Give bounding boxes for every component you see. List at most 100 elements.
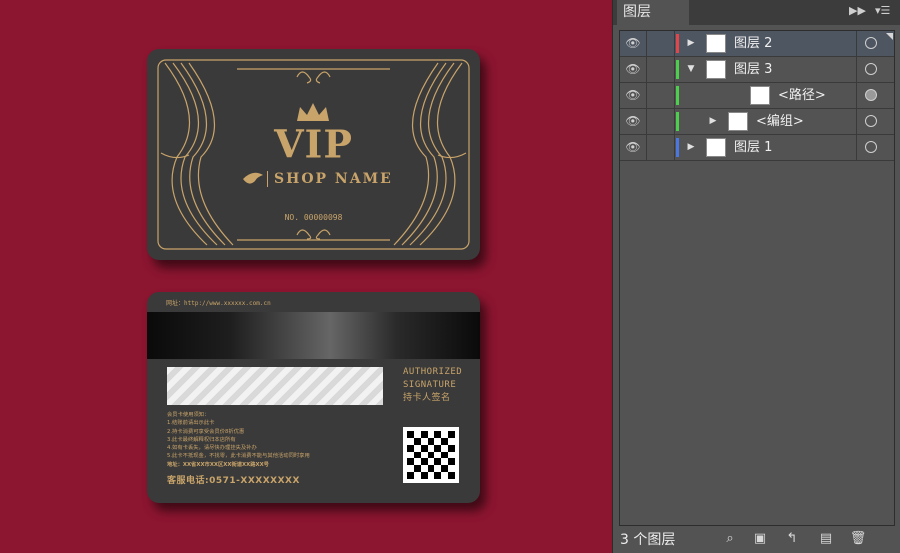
qr-cell bbox=[441, 437, 449, 445]
qr-cell bbox=[427, 437, 435, 445]
qr-cell bbox=[407, 458, 414, 466]
logo-icon bbox=[243, 172, 263, 184]
visibility-eye-icon[interactable]: 👁 bbox=[620, 109, 647, 134]
visibility-eye-icon[interactable]: 👁 bbox=[620, 83, 647, 108]
target-circle-icon[interactable] bbox=[865, 37, 877, 49]
notice-line: 3.此卡最终解释权归本店所有 bbox=[167, 436, 236, 443]
layer-color-indicator bbox=[676, 60, 679, 79]
qr-cell bbox=[420, 458, 428, 466]
notice-line: 1.结账前请出示此卡 bbox=[167, 420, 215, 427]
expand-arrow-icon[interactable]: ▶ bbox=[686, 135, 696, 160]
qr-cell bbox=[420, 444, 428, 452]
target-circle-icon[interactable] bbox=[865, 141, 877, 153]
layer-name[interactable]: <路径> bbox=[778, 83, 826, 108]
layer-name[interactable]: 图层 2 bbox=[734, 31, 772, 56]
layer-color-indicator bbox=[676, 34, 679, 53]
delete-layer-icon[interactable]: 🗑 bbox=[849, 531, 867, 547]
target-circle-icon[interactable] bbox=[865, 89, 877, 101]
artboard-canvas[interactable]: VIP SHOP NAME NO. 00000098 网址：http://www… bbox=[0, 0, 612, 553]
expand-arrow-icon[interactable]: ▶ bbox=[686, 31, 696, 56]
target-circle-icon[interactable] bbox=[865, 63, 877, 75]
target-circle-icon[interactable] bbox=[865, 115, 877, 127]
panel-tab-bar: 图层 ▶▶ ▾☰ bbox=[613, 0, 900, 25]
target-cell[interactable] bbox=[856, 31, 895, 56]
layer-thumbnail bbox=[706, 34, 726, 53]
layer-color-indicator bbox=[676, 138, 679, 157]
locate-object-icon[interactable]: ⌕ bbox=[721, 531, 739, 547]
qr-cell bbox=[413, 465, 421, 473]
qr-cell bbox=[413, 451, 421, 459]
layer-thumbnail bbox=[706, 138, 726, 157]
qr-cell bbox=[428, 445, 435, 452]
tab-layers[interactable]: 图层 bbox=[617, 0, 689, 25]
notice-line: 2.持卡消费可享受会员价8折优惠 bbox=[167, 428, 245, 435]
service-hotline: 客服电话:0571-XXXXXXXX bbox=[167, 476, 300, 486]
qr-cell bbox=[434, 472, 442, 479]
layer-row[interactable]: 👁 ▼ 图层 3 bbox=[620, 57, 894, 83]
expand-arrow-icon[interactable]: ▶ bbox=[708, 109, 718, 134]
layer-name[interactable]: 图层 1 bbox=[734, 135, 772, 160]
qr-cell bbox=[441, 472, 448, 479]
target-cell[interactable] bbox=[856, 109, 895, 134]
layers-list: 👁 ▶ 图层 2 👁 ▼ 图层 3 👁 <路径> 👁 ▶ <编组> 👁 ▶ 图层 1 bbox=[619, 30, 895, 526]
lock-toggle[interactable] bbox=[647, 57, 675, 82]
lock-toggle[interactable] bbox=[647, 109, 675, 134]
layer-color-indicator bbox=[676, 86, 679, 105]
target-cell[interactable] bbox=[856, 83, 895, 108]
qr-cell bbox=[413, 437, 421, 445]
visibility-eye-icon[interactable]: 👁 bbox=[620, 31, 647, 56]
qr-cell bbox=[448, 438, 455, 445]
qr-cell bbox=[448, 472, 455, 479]
collapse-arrow-icon[interactable]: ▼ bbox=[686, 57, 696, 82]
layer-row[interactable]: 👁 ▶ <编组> bbox=[620, 109, 894, 135]
visibility-eye-icon[interactable]: 👁 bbox=[620, 135, 647, 160]
qr-cell bbox=[427, 451, 435, 459]
signature-labels: AUTHORIZED SIGNATURE 持卡人签名 bbox=[403, 366, 475, 405]
signature-box bbox=[167, 367, 383, 405]
qr-cell bbox=[448, 444, 455, 452]
layer-row[interactable]: 👁 <路径> bbox=[620, 83, 894, 109]
layer-name[interactable]: <编组> bbox=[756, 109, 804, 134]
layer-row[interactable]: 👁 ▶ 图层 1 bbox=[620, 135, 894, 161]
qr-cell bbox=[448, 452, 455, 459]
qr-cell bbox=[428, 472, 435, 479]
target-cell[interactable] bbox=[856, 135, 895, 160]
qr-cell bbox=[434, 452, 441, 459]
make-clipping-mask-icon[interactable]: ▣ bbox=[751, 531, 769, 547]
notice-line: 5.此卡不抵现金，不找零，此卡消费不能与其他活动同时享用 bbox=[167, 453, 310, 460]
lock-toggle[interactable] bbox=[647, 135, 675, 160]
vip-card-front[interactable]: VIP SHOP NAME NO. 00000098 bbox=[147, 49, 480, 260]
shop-name: SHOP NAME bbox=[274, 171, 393, 187]
layer-count: 3 个图层 bbox=[620, 532, 676, 548]
layer-thumbnail bbox=[706, 60, 726, 79]
layer-row[interactable]: 👁 ▶ 图层 2 bbox=[620, 31, 894, 57]
qr-cell bbox=[420, 472, 428, 479]
qr-cell bbox=[441, 458, 448, 465]
qr-cell bbox=[421, 465, 428, 472]
qr-cell bbox=[441, 445, 448, 452]
selection-corner-icon bbox=[886, 33, 893, 40]
qr-cell bbox=[421, 452, 428, 459]
vip-card-back[interactable]: 网址：http://www.xxxxxx.com.cn AUTHORIZED S… bbox=[147, 292, 480, 503]
magnetic-strip bbox=[147, 312, 480, 359]
qr-cell bbox=[414, 445, 421, 452]
panel-menu-icon[interactable]: ▾☰ bbox=[875, 4, 890, 17]
qr-cell bbox=[428, 458, 435, 465]
create-sublayer-icon[interactable]: ↰ bbox=[783, 531, 801, 547]
visibility-eye-icon[interactable]: 👁 bbox=[620, 57, 647, 82]
layer-name[interactable]: 图层 3 bbox=[734, 57, 772, 82]
collapse-panel-icon[interactable]: ▶▶ bbox=[849, 4, 866, 17]
lock-toggle[interactable] bbox=[647, 31, 675, 56]
qr-cell bbox=[441, 431, 448, 438]
lock-toggle[interactable] bbox=[647, 83, 675, 108]
target-cell[interactable] bbox=[856, 57, 895, 82]
layer-thumbnail bbox=[728, 112, 748, 131]
layer-thumbnail bbox=[750, 86, 770, 105]
qr-cell bbox=[420, 431, 428, 438]
qr-cell bbox=[434, 438, 441, 445]
create-new-layer-icon[interactable]: ▤ bbox=[817, 531, 835, 547]
usage-notice: 会员卡使用须知： 1.结账前请出示此卡 2.持卡消费可享受会员价8折优惠 3.此… bbox=[167, 411, 397, 469]
qr-cell bbox=[434, 465, 441, 472]
card-number: NO. 00000098 bbox=[284, 213, 343, 222]
crown-icon bbox=[297, 103, 329, 121]
